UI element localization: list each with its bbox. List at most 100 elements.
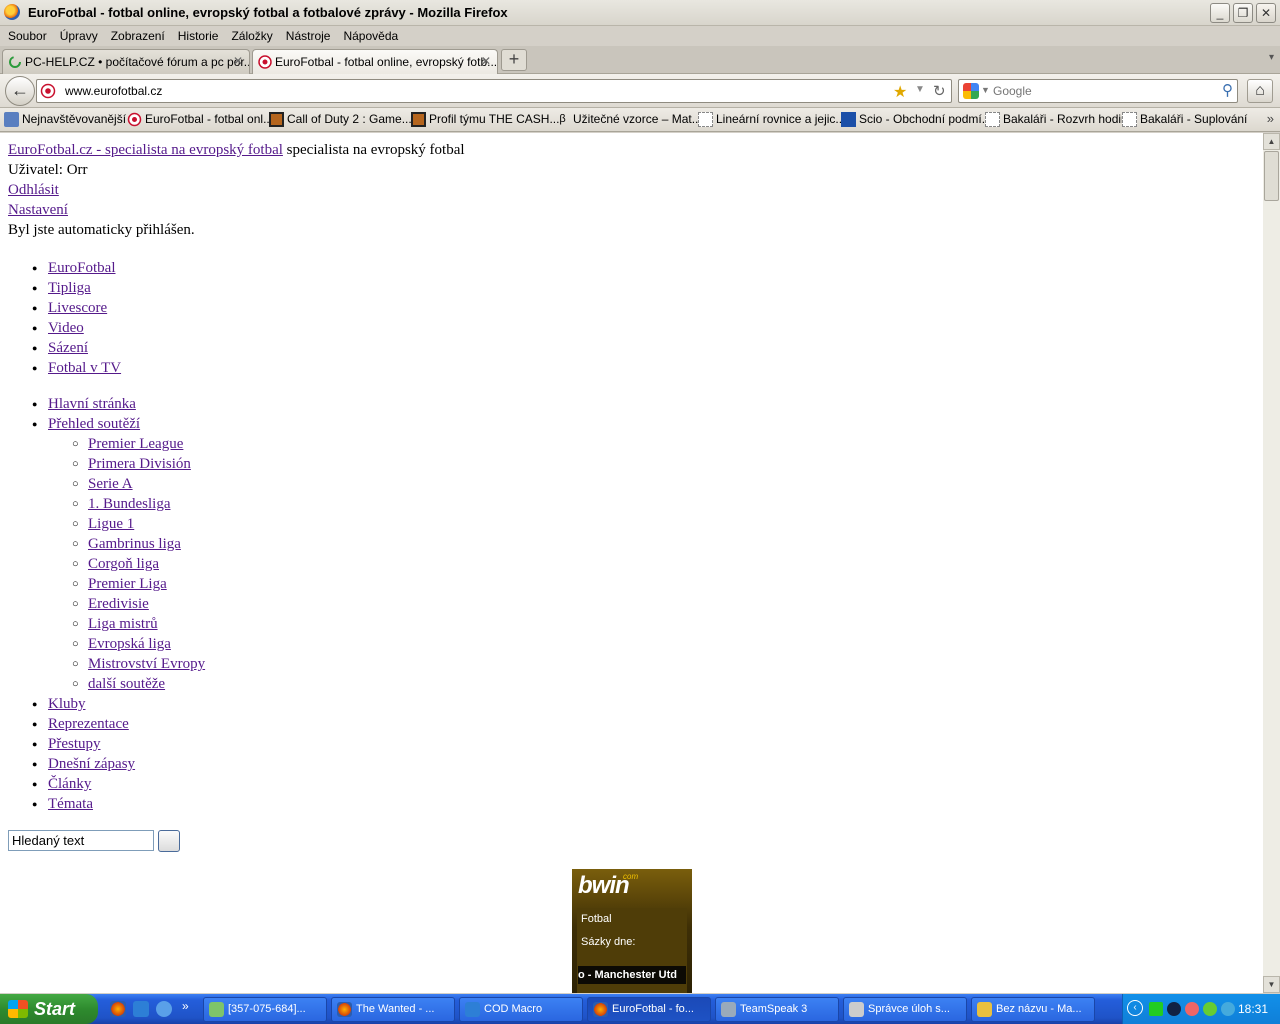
tray-app-icon[interactable] (1167, 1002, 1181, 1016)
bookmark-star-icon[interactable]: ★ (893, 82, 907, 102)
bookmark-bakalari-suplovani[interactable]: Bakaláři - Suplování (1122, 112, 1247, 127)
menu-articles-link[interactable]: Články (48, 776, 91, 792)
bookmark-eurofotbal[interactable]: EuroFotbal - fotbal onl... (127, 112, 273, 127)
tab-close-icon[interactable]: ✕ (233, 54, 243, 68)
tray-app-icon[interactable] (1203, 1002, 1217, 1016)
more-bookmarks-icon[interactable]: » (1267, 111, 1274, 126)
bookmark-most-visited[interactable]: Nejnavštěvovanější (4, 112, 126, 127)
task-task-manager[interactable]: Správce úloh s... (843, 997, 967, 1022)
site-home-link[interactable]: EuroFotbal.cz - specialista na evropský … (8, 142, 283, 158)
menu-topics-link[interactable]: Témata (48, 796, 93, 812)
new-tab-button[interactable]: + (501, 49, 527, 71)
competition-link[interactable]: Primera División (88, 456, 191, 472)
engine-dropdown-icon[interactable]: ▼ (981, 85, 990, 95)
competition-link[interactable]: Serie A (88, 476, 133, 492)
task-the-wanted[interactable]: The Wanted - ... (331, 997, 455, 1022)
competition-link[interactable]: Evropská liga (88, 636, 171, 652)
close-button[interactable]: ✕ (1256, 3, 1276, 23)
search-icon[interactable]: ⚲ (1222, 81, 1233, 99)
site-search-button[interactable] (158, 830, 180, 852)
settings-link[interactable]: Nastavení (8, 202, 68, 218)
menu-nastroje[interactable]: Nástroje (281, 29, 336, 43)
history-dropdown-icon[interactable]: ▼ (915, 84, 925, 95)
url-input[interactable] (65, 83, 865, 99)
url-bar[interactable]: ★ ▼ ↻ (36, 79, 952, 103)
bookmark-linearni-rovnice[interactable]: Lineární rovnice a jejic... (698, 112, 845, 127)
m-app-quicklaunch-icon[interactable] (133, 1001, 149, 1017)
maximize-button[interactable]: ❐ (1233, 3, 1253, 23)
top-menu-video[interactable]: Video (48, 320, 84, 336)
menu-zobrazeni[interactable]: Zobrazení (106, 29, 170, 43)
menu-competitions-link[interactable]: Přehled soutěží (48, 416, 140, 432)
competition-link[interactable]: další soutěže (88, 676, 165, 692)
menu-home-link[interactable]: Hlavní stránka (48, 396, 136, 412)
top-menu-tipliga[interactable]: Tipliga (48, 280, 91, 296)
tray-app-icon[interactable] (1149, 1002, 1163, 1016)
google-engine-icon[interactable] (963, 83, 979, 99)
competition-link[interactable]: Premier League (88, 436, 183, 452)
top-menu-sazeni[interactable]: Sázení (48, 340, 88, 356)
bookmark-uzitecne-vzorce[interactable]: β Užitečné vzorce – Mat... (555, 112, 701, 126)
task-teamspeak[interactable]: TeamSpeak 3 (715, 997, 839, 1022)
competition-link[interactable]: Premier Liga (88, 576, 167, 592)
scroll-thumb[interactable] (1264, 151, 1279, 201)
window-titlebar[interactable]: EuroFotbal - fotbal online, evropský fot… (0, 0, 1280, 26)
app-quicklaunch-icon[interactable] (156, 1001, 172, 1017)
bwin-advertisement[interactable]: bwin com Fotbal Sázky dne: o - Mancheste… (572, 869, 692, 993)
menu-todays-matches-link[interactable]: Dnešní zápasy (48, 756, 135, 772)
search-bar[interactable]: ▼ ⚲ (958, 79, 1238, 103)
menu-soubor[interactable]: Soubor (3, 29, 52, 43)
firefox-icon (4, 4, 20, 20)
minimize-button[interactable]: _ (1210, 3, 1230, 23)
competition-link[interactable]: Liga mistrů (88, 616, 158, 632)
tab-list-icon[interactable]: ▾ (1269, 52, 1274, 63)
tray-app-icon[interactable] (1221, 1002, 1235, 1016)
competition-link[interactable]: Ligue 1 (88, 516, 134, 532)
tab-close-icon[interactable]: ✕ (481, 54, 491, 68)
reload-icon[interactable]: ↻ (933, 82, 946, 100)
menu-transfers-link[interactable]: Přestupy (48, 736, 101, 752)
task-cod-macro[interactable]: COD Macro (459, 997, 583, 1022)
macro-app-icon (465, 1002, 480, 1017)
competition-link[interactable]: Gambrinus liga (88, 536, 181, 552)
bookmark-scio[interactable]: Scio - Obchodní podmí... (841, 112, 992, 127)
teamspeak-icon (721, 1002, 736, 1017)
logout-link[interactable]: Odhlásit (8, 182, 59, 198)
start-button[interactable]: Start (0, 994, 98, 1024)
bookmark-bakalari-rozvrh[interactable]: Bakaláři - Rozvrh hodin (985, 112, 1128, 127)
scroll-up-icon[interactable]: ▲ (1263, 133, 1280, 150)
home-button[interactable]: ⌂ (1247, 79, 1273, 103)
bookmark-call-of-duty[interactable]: Call of Duty 2 : Game... (269, 112, 412, 127)
firefox-quicklaunch-icon[interactable] (110, 1001, 126, 1017)
menu-napoveda[interactable]: Nápověda (338, 29, 403, 43)
competition-link[interactable]: Mistrovství Evropy (88, 656, 205, 672)
tab-eurofotbal[interactable]: EuroFotbal - fotbal online, evropský fot… (252, 49, 498, 75)
bookmark-profil-tymu[interactable]: Profil týmu THE CASH... (411, 112, 559, 127)
tab-pc-help[interactable]: PC-HELP.CZ • počítačové fórum a pc por..… (2, 49, 250, 74)
site-search-input[interactable] (8, 830, 154, 851)
menu-historie[interactable]: Historie (173, 29, 224, 43)
quicklaunch-more-icon[interactable]: » (182, 999, 189, 1013)
top-menu-livescore[interactable]: Livescore (48, 300, 107, 316)
scroll-down-icon[interactable]: ▼ (1263, 976, 1280, 993)
task-eurofotbal[interactable]: EuroFotbal - fo... (587, 997, 711, 1022)
competition-link[interactable]: Eredivisie (88, 596, 149, 612)
gamer-site-icon (411, 112, 426, 127)
competition-link[interactable]: Corgoň liga (88, 556, 159, 572)
tray-expand-icon[interactable]: ‹ (1127, 1000, 1143, 1016)
task-label: Bez názvu - Ma... (996, 1003, 1082, 1015)
menu-upravy[interactable]: Úpravy (55, 29, 103, 43)
top-menu-eurofotbal[interactable]: EuroFotbal (48, 260, 116, 276)
task-357[interactable]: [357-075-684]... (203, 997, 327, 1022)
back-button[interactable]: ← (5, 76, 35, 106)
top-menu-fotbal-v-tv[interactable]: Fotbal v TV (48, 360, 121, 376)
vertical-scrollbar[interactable]: ▲ ▼ (1263, 133, 1280, 993)
tray-app-icon[interactable] (1185, 1002, 1199, 1016)
site-identity-icon[interactable] (40, 83, 56, 99)
menu-clubs-link[interactable]: Kluby (48, 696, 86, 712)
competition-link[interactable]: 1. Bundesliga (88, 496, 171, 512)
task-paint[interactable]: Bez názvu - Ma... (971, 997, 1095, 1022)
menu-national-teams-link[interactable]: Reprezentace (48, 716, 129, 732)
search-input[interactable] (993, 83, 1213, 99)
menu-zalozky[interactable]: Záložky (226, 29, 277, 43)
